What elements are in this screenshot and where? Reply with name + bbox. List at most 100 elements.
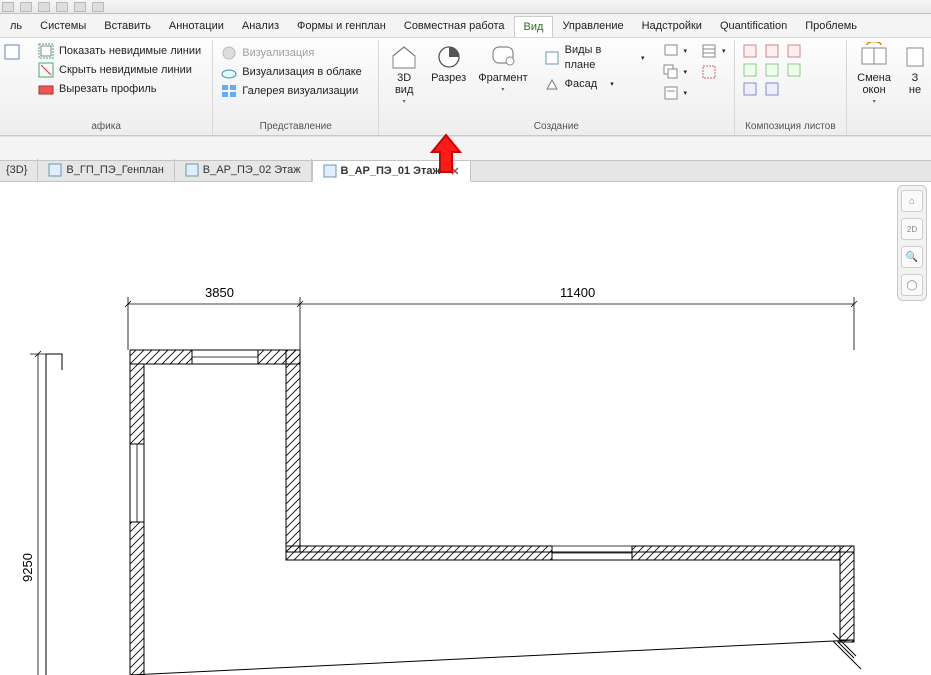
tab-insert[interactable]: Вставить: [95, 16, 160, 36]
tab-systems[interactable]: Системы: [31, 16, 95, 36]
legends-button[interactable]: ▾: [659, 84, 692, 102]
small-icon: [663, 85, 679, 101]
tab-analyze[interactable]: Анализ: [233, 16, 288, 36]
sheet-icon[interactable]: [786, 62, 802, 78]
nav-home-icon[interactable]: ⌂: [901, 190, 923, 212]
show-hidden-lines-button[interactable]: Показать невидимые линии: [34, 42, 205, 60]
sheet-icon[interactable]: [764, 43, 780, 59]
panel-title: афика: [4, 121, 208, 135]
floor-plan-drawing: 3850 11400 9250: [0, 182, 931, 675]
view-icon: [323, 164, 337, 178]
view-3d-button[interactable]: 3D вид▾: [383, 40, 425, 110]
label: Фасад: [565, 77, 598, 92]
doc-tab-floor2[interactable]: В_АР_ПЭ_02 Этаж: [175, 159, 312, 181]
callout-icon: [488, 42, 518, 70]
tab-issues[interactable]: Проблемь: [796, 16, 866, 36]
small-icon: [701, 43, 717, 59]
tab-view[interactable]: Вид: [514, 16, 554, 37]
switch-windows-button[interactable]: Смена окон▾: [851, 40, 897, 110]
label: Галерея визуализации: [242, 84, 358, 99]
dim-text: 3850: [205, 285, 234, 300]
ribbon: Показать невидимые линии Скрыть невидимы…: [0, 38, 931, 136]
cut-profile-button[interactable]: Вырезать профиль: [34, 80, 205, 98]
panel-title: [851, 121, 927, 135]
navigator-toolbar: ⌂ 2D 🔍 ◯: [897, 185, 927, 301]
render-icon: [221, 45, 237, 61]
label: Показать невидимые линии: [59, 44, 201, 59]
cloud-render-button[interactable]: Визуализация в облаке: [217, 63, 366, 81]
render-gallery-button[interactable]: Галерея визуализации: [217, 82, 366, 100]
tab-label: {3D}: [6, 164, 27, 176]
drawing-canvas[interactable]: 3850 11400 9250: [0, 182, 931, 675]
chevron-down-icon: ▾: [722, 44, 726, 59]
panel-title: Композиция листов: [739, 121, 843, 135]
section-icon: [434, 42, 464, 70]
ribbon-tabs: ль Системы Вставить Аннотации Анализ Фор…: [0, 14, 931, 38]
hidden-lines-icon: [38, 62, 54, 78]
sheet-icon[interactable]: [764, 81, 780, 97]
sheet-icon[interactable]: [742, 43, 758, 59]
dim-text: 11400: [560, 285, 595, 300]
panel-sheets: Композиция листов: [735, 40, 848, 135]
tab-label: В_ГП_ПЭ_Генплан: [66, 164, 163, 176]
tab-quantification[interactable]: Quantification: [711, 16, 796, 36]
dim-text: 9250: [20, 553, 35, 582]
callout-button[interactable]: Фрагмент▾: [472, 40, 533, 98]
chevron-down-icon: ▾: [684, 86, 688, 101]
sheet-icon[interactable]: [764, 62, 780, 78]
sheet-icon[interactable]: [742, 62, 758, 78]
small-icon: [663, 43, 679, 59]
tab-addins[interactable]: Надстройки: [633, 16, 711, 36]
tab-label: В_АР_ПЭ_02 Этаж: [203, 164, 301, 176]
sheet-icon[interactable]: [742, 81, 758, 97]
cut-profile-icon: [38, 81, 54, 97]
elevation-icon: [544, 76, 560, 92]
sheet-icon[interactable]: [786, 43, 802, 59]
panel-windows: Смена окон▾ З не: [847, 40, 931, 135]
scope-box-button[interactable]: [697, 63, 730, 81]
qat-icon[interactable]: [74, 2, 86, 12]
qat-icon[interactable]: [2, 2, 14, 12]
panel-graphics: Показать невидимые линии Скрыть невидимы…: [0, 40, 213, 135]
label: Скрыть невидимые линии: [59, 63, 192, 78]
chevron-down-icon: ▾: [641, 51, 645, 66]
panel-create: 3D вид▾ Разрез Фрагмент▾ Виды в плане ▾ …: [379, 40, 734, 135]
label: Смена окон: [857, 72, 891, 96]
gallery-icon: [221, 83, 237, 99]
house-3d-icon: [389, 42, 419, 70]
tab-manage[interactable]: Управление: [553, 16, 632, 36]
doc-tab-3d[interactable]: {3D}: [0, 159, 38, 181]
graphics-icon: [4, 44, 20, 60]
qat-icon[interactable]: [92, 2, 104, 12]
nav-2d-icon[interactable]: 2D: [901, 218, 923, 240]
doc-tab-genplan[interactable]: В_ГП_ПЭ_Генплан: [38, 159, 174, 181]
label: Разрез: [431, 72, 466, 84]
label: Визуализация в облаке: [242, 65, 362, 80]
tab-annotations[interactable]: Аннотации: [160, 16, 233, 36]
nav-zoom-icon[interactable]: 🔍: [901, 246, 923, 268]
qat-icon[interactable]: [38, 2, 50, 12]
plan-views-button[interactable]: Виды в плане ▾: [540, 42, 649, 74]
quick-access-toolbar: [0, 0, 931, 14]
tab-collaborate[interactable]: Совместная работа: [395, 16, 514, 36]
qat-icon[interactable]: [20, 2, 32, 12]
label: 3D вид: [395, 72, 413, 96]
label: Фрагмент: [478, 72, 527, 84]
view-icon: [185, 163, 199, 177]
tab-file[interactable]: ль: [1, 16, 31, 36]
dup-view-button[interactable]: ▾: [659, 63, 692, 81]
close-hidden-button[interactable]: З не: [897, 40, 927, 98]
schedules-button[interactable]: ▾: [697, 42, 730, 60]
cloud-icon: [221, 64, 237, 80]
section-button[interactable]: Разрез: [425, 40, 472, 86]
nav-pan-icon[interactable]: ◯: [901, 274, 923, 296]
elevation-button[interactable]: Фасад ▾: [540, 75, 649, 93]
qat-icon[interactable]: [56, 2, 68, 12]
hide-hidden-lines-button[interactable]: Скрыть невидимые линии: [34, 61, 205, 79]
label: Визуализация: [242, 46, 314, 61]
drafting-view-button[interactable]: ▾: [659, 42, 692, 60]
label: З не: [909, 72, 921, 96]
label: Вырезать профиль: [59, 82, 157, 97]
panel-presentation: Визуализация Визуализация в облаке Галер…: [213, 40, 379, 135]
tab-massing[interactable]: Формы и генплан: [288, 16, 395, 36]
